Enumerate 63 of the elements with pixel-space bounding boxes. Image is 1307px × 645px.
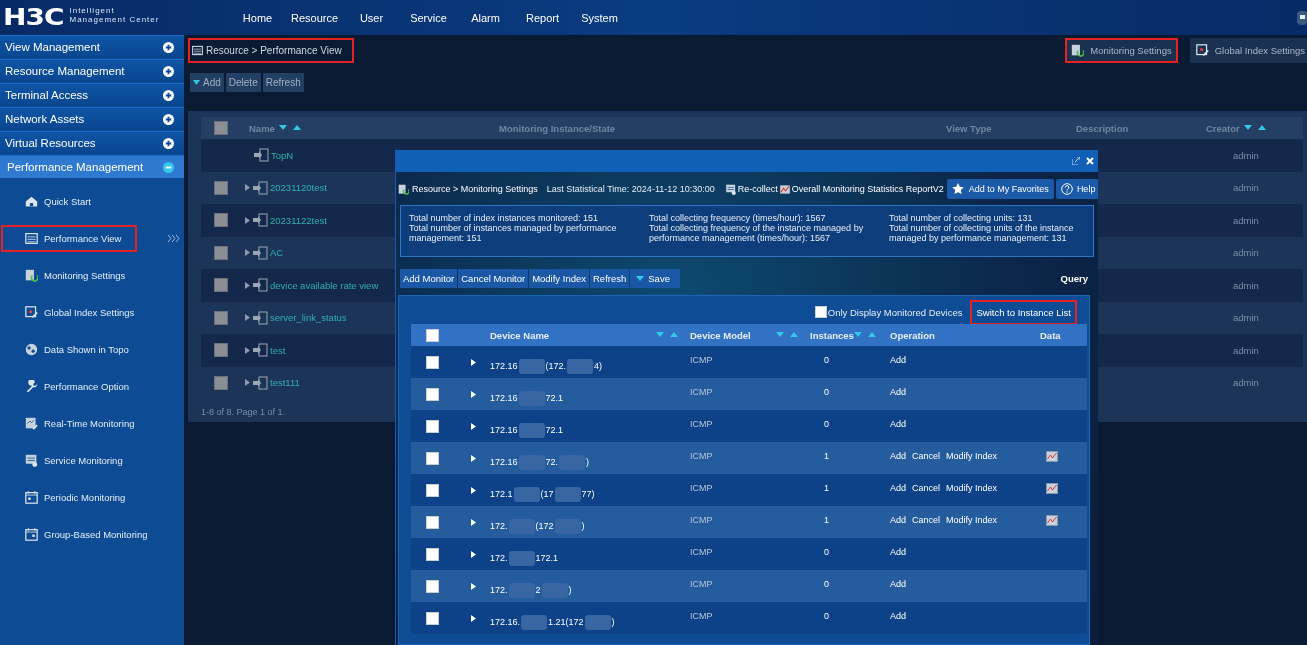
device-model-cell: ICMP (690, 547, 713, 557)
device-name-fragment: 172.16 (490, 425, 518, 435)
device-name-fragment: 172.16 (490, 393, 518, 403)
instances-cell: 1 (824, 483, 829, 493)
device-name-fragment: 72.1 (545, 425, 564, 435)
device-model-cell: ICMP (690, 387, 713, 397)
device-name-fragment: ) (611, 617, 615, 627)
statistic-text: Total number of instances managed by performance management: 151 (409, 223, 618, 243)
instances-cell: 0 (824, 611, 829, 621)
device-name-fragment: ) (581, 521, 585, 531)
instances-cell: 0 (824, 355, 829, 365)
statistic-text: Total number of collecting units of the instance managed by performance management: 131 (889, 223, 1075, 243)
device-model-cell: ICMP (690, 611, 713, 621)
instances-cell: 1 (824, 451, 829, 461)
device-name-fragment: 172. (490, 553, 508, 563)
breadcrumb: Resource > Performance View (188, 37, 354, 63)
device-name-fragment: 2 (535, 585, 541, 595)
creator-cell: admin (1233, 377, 1259, 389)
device-model-cell: ICMP (690, 419, 713, 429)
device-name-fragment: 72.1 (545, 393, 564, 403)
statistic-text: Total collecting frequency of the instance managed by performance management (times/hour): 1567 (649, 223, 865, 243)
creator-cell: admin (1233, 279, 1259, 291)
device-model-cell: ICMP (690, 355, 713, 365)
statistic-text: Total number of index instances monitored: 151 (409, 213, 600, 223)
logo-text: Management Center (69, 14, 160, 24)
last-statistical-time: Last Statistical Time: 2024-11-12 10:30:00 (546, 184, 715, 194)
device-name-fragment: 172. (490, 521, 508, 531)
device-name-fragment: 172.1 (490, 489, 513, 499)
statistic-text: Total collecting frequency (times/hour): 1567 (649, 213, 827, 223)
device-name-fragment: 172.16 (490, 361, 518, 371)
device-name-fragment: (172. (545, 361, 567, 371)
instances-cell: 0 (824, 419, 829, 429)
device-name-fragment: 4) (594, 361, 603, 371)
device-name-fragment: ) (568, 585, 572, 595)
device-name-fragment: 172. (490, 585, 508, 595)
instances-cell: 1 (824, 515, 829, 525)
device-name-fragment: ) (586, 457, 590, 467)
creator-cell: admin (1233, 149, 1259, 161)
logo: H3C (3, 4, 64, 31)
instances-cell: 0 (824, 547, 829, 557)
creator-cell: admin (1233, 312, 1259, 324)
dialog-breadcrumb: Resource > Monitoring Settings (398, 183, 538, 195)
creator-cell: admin (1233, 182, 1259, 194)
device-name-fragment: 77) (581, 489, 595, 499)
device-model-cell: ICMP (690, 515, 713, 525)
device-name-fragment: 1.21(172 (548, 617, 584, 627)
creator-cell: admin (1233, 214, 1259, 226)
instances-cell: 0 (824, 387, 829, 397)
device-name-fragment: 172.16 (490, 457, 518, 467)
creator-cell: admin (1233, 247, 1259, 259)
statistic-text: Total number of collecting units: 131 (889, 213, 1034, 223)
device-name-fragment: 72. (545, 457, 559, 467)
device-name-fragment: (172 (535, 521, 554, 531)
logo-text: Intelligent (69, 5, 115, 15)
creator-cell: admin (1233, 344, 1259, 356)
device-name-fragment: 172.1 (535, 553, 559, 563)
device-model-cell: ICMP (690, 451, 713, 461)
pagination-text: 1-8 of 8. Page 1 of 1. (201, 407, 286, 417)
device-name-fragment: (17 (540, 489, 554, 499)
instances-cell: 0 (824, 579, 829, 589)
device-model-cell: ICMP (690, 579, 713, 589)
device-name-fragment: 172.16. (490, 617, 521, 627)
device-model-cell: ICMP (690, 483, 713, 493)
